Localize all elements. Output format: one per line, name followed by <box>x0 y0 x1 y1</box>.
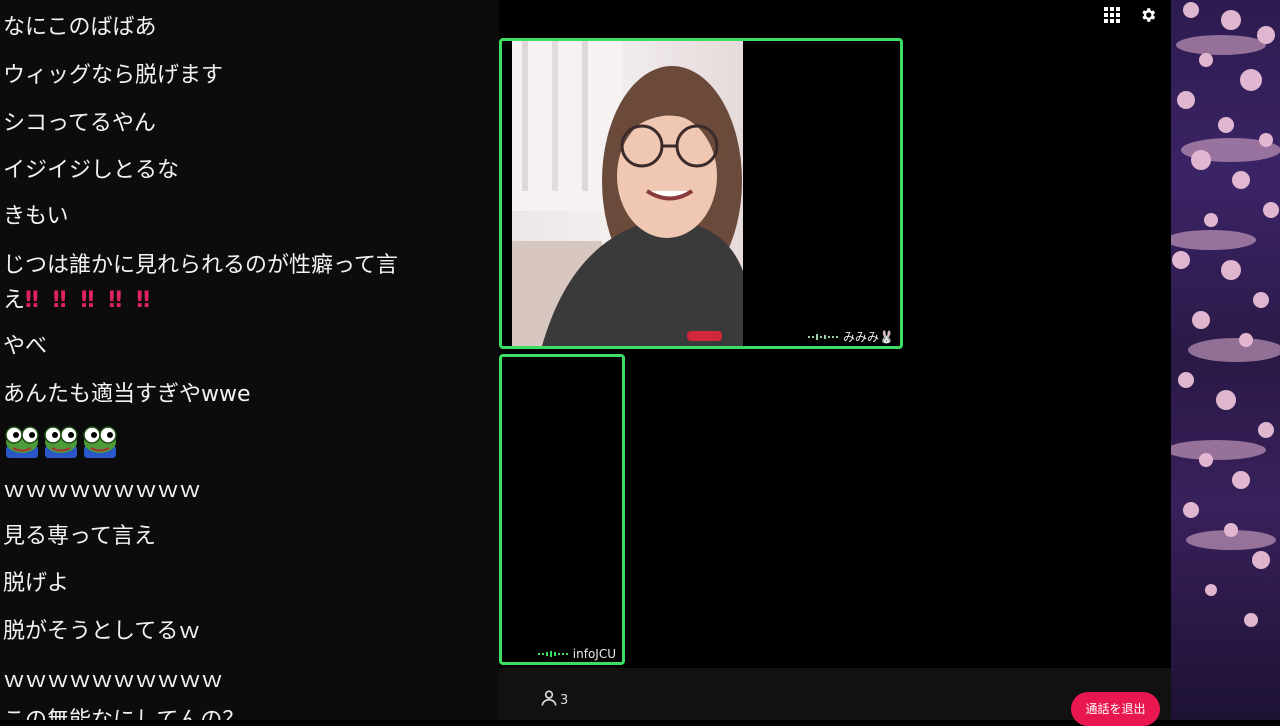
participant-label: みみみ🐰 <box>808 328 894 345</box>
grid-icon[interactable] <box>1103 6 1121 24</box>
chat-message: イジイジしとるな <box>3 158 180 183</box>
frog-emoji-icon <box>82 424 118 460</box>
chat-panel: なにこのばばあ ウィッグなら脱げます シコってるやん イジイジしとるな きもい … <box>0 0 499 720</box>
chat-message: ｗｗｗｗｗｗｗｗｗｗ <box>3 668 224 693</box>
gear-icon[interactable] <box>1139 6 1157 24</box>
chat-message: やべ <box>3 334 48 359</box>
leave-call-button[interactable]: 通話を退出 <box>1071 692 1160 726</box>
video-stage: みみみ🐰 infoJCU <box>499 0 1171 668</box>
chat-message: この無能なにしてんの？ <box>3 703 473 720</box>
frog-emoji-icon <box>43 424 79 460</box>
video-tile-second[interactable]: infoJCU <box>499 354 625 665</box>
chat-message: ウィッグなら脱げます <box>3 63 224 88</box>
participant-count: 3 <box>560 693 569 708</box>
chat-message: 脱げよ <box>3 571 70 596</box>
video-tile-main[interactable]: みみみ🐰 <box>499 38 903 349</box>
frog-emoji-icon <box>4 424 40 460</box>
audio-wave-icon <box>808 333 839 340</box>
participant-name: みみみ🐰 <box>843 330 894 344</box>
frog-emoji-row <box>4 424 118 460</box>
chat-message: 脱がそうとしてるｗ <box>3 619 201 644</box>
chat-message: あんたも適当すぎやwwe <box>3 382 251 407</box>
call-controls-bar: 3 通話を退出 <box>499 668 1171 726</box>
chat-message-long: じつは誰かに見れられるのが性癖って言え‼‼‼‼‼ <box>3 248 465 318</box>
participant-name: infoJCU <box>572 647 616 661</box>
participant-video <box>512 41 743 346</box>
chat-message: 見る専って言え <box>3 524 156 549</box>
chat-message: なにこのばばあ <box>3 15 157 40</box>
participant-label: infoJCU <box>537 647 616 661</box>
person-icon <box>541 690 557 706</box>
participants-button[interactable]: 3 <box>539 688 568 708</box>
chat-message: きもい <box>3 204 69 229</box>
chat-message-emphasis: ‼‼‼‼‼ <box>25 288 164 313</box>
chat-message: シコってるやん <box>3 111 156 136</box>
sakura-background-image <box>1171 0 1280 720</box>
top-toolbar <box>1103 6 1157 24</box>
audio-wave-icon <box>537 651 568 657</box>
chat-message: ｗｗｗｗｗｗｗｗｗ <box>3 478 202 503</box>
